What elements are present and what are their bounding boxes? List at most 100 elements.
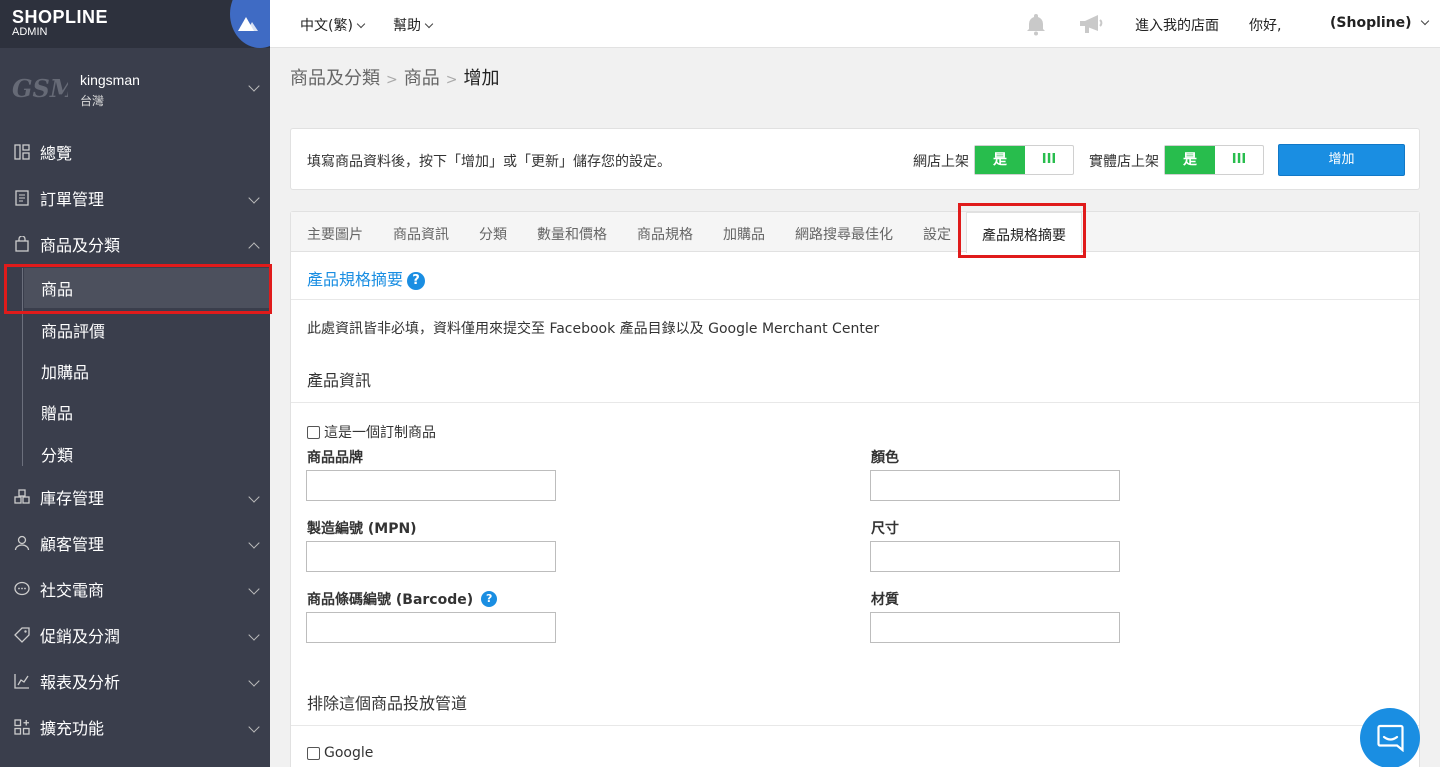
toggle-on[interactable]: 是 [1165, 146, 1215, 174]
shopping-bag-icon [15, 236, 29, 252]
online-store-toggle[interactable]: 是 III [974, 145, 1074, 175]
section-title: 產品規格摘要? [307, 266, 426, 290]
document-icon [15, 190, 29, 206]
nav-orders-label: 訂單管理 [40, 190, 105, 209]
help-dropdown[interactable]: 幫助 [393, 15, 434, 35]
barcode-label: 商品條碼編號 (Barcode) [307, 592, 474, 608]
material-input[interactable] [870, 612, 1120, 643]
chart-icon [14, 674, 29, 689]
toggle-off[interactable]: III [1025, 146, 1073, 174]
sidebar-item-label: 贈品 [41, 404, 74, 423]
nav-products-category[interactable]: 商品及分類 [0, 221, 270, 267]
sidebar-item-label: 加購品 [41, 363, 90, 382]
tab-addon-products[interactable]: 加購品 [723, 224, 765, 244]
brand-badge-icon[interactable] [230, 0, 270, 48]
chat-widget-button[interactable] [1360, 708, 1420, 767]
store-switcher[interactable]: GSM kingsman 台灣 [0, 60, 270, 116]
breadcrumb: 商品及分類 > 商品 > 增加 [290, 64, 499, 90]
nav-reports[interactable]: 報表及分析 [0, 658, 270, 704]
color-label: 顏色 [871, 450, 899, 466]
help-icon[interactable]: ? [407, 271, 426, 290]
add-button[interactable]: 增加 [1278, 144, 1405, 176]
section-title-text: 產品規格摘要 [307, 270, 404, 289]
help-icon[interactable]: ? [481, 591, 498, 607]
account-label: (Shopline) [1330, 15, 1412, 31]
nav-orders[interactable]: 訂單管理 [0, 175, 270, 221]
barcode-input[interactable] [306, 612, 556, 643]
chevron-up-icon [248, 242, 260, 254]
chat-bubble-icon [14, 581, 30, 596]
save-instruction: 填寫商品資料後，按下「增加」或「更新」儲存您的設定。 [307, 154, 671, 170]
toggle-off[interactable]: III [1215, 146, 1263, 174]
product-info-heading: 產品資訊 [307, 371, 372, 390]
dashboard-icon [14, 144, 30, 160]
nav-apps[interactable]: 擴充功能 [0, 704, 270, 750]
retail-store-label: 實體店上架 [1089, 154, 1159, 170]
sidebar-item-product-reviews[interactable]: 商品評價 [24, 310, 270, 350]
sidebar-item-addon-products[interactable]: 加購品 [24, 351, 270, 391]
chevron-down-icon [248, 491, 260, 503]
tab-quantity-price[interactable]: 數量和價格 [537, 224, 607, 244]
section-description: 此處資訊皆非必填，資料僅用來提交至 Facebook 產品目錄以及 Google… [307, 321, 880, 337]
brand-label: 商品品牌 [307, 450, 363, 466]
product-form-panel: 主要圖片 商品資訊 分類 數量和價格 商品規格 加購品 網路搜尋最佳化 設定 產… [290, 211, 1420, 767]
breadcrumb-products[interactable]: 商品 [404, 68, 440, 89]
barcode-label-row: 商品條碼編號 (Barcode)? [307, 589, 498, 609]
store-name: kingsman [80, 72, 140, 88]
tab-settings[interactable]: 設定 [923, 224, 951, 244]
divider [291, 725, 1419, 726]
nav-social[interactable]: 社交電商 [0, 566, 270, 612]
breadcrumb-products-category[interactable]: 商品及分類 [290, 68, 380, 89]
bell-icon[interactable] [1024, 12, 1048, 36]
boxes-icon [14, 489, 30, 504]
retail-store-toggle[interactable]: 是 III [1164, 145, 1264, 175]
apps-grid-icon [14, 719, 30, 735]
language-label: 中文(繁) [300, 18, 353, 34]
tab-category[interactable]: 分類 [479, 224, 507, 244]
brand-logo[interactable]: SHOPLINE [12, 7, 108, 28]
nav-overview[interactable]: 總覽 [0, 129, 270, 175]
divider [291, 402, 1419, 403]
nav-customers-label: 顧客管理 [40, 535, 105, 554]
tab-variations[interactable]: 商品規格 [637, 224, 693, 244]
nav-promotions[interactable]: 促銷及分潤 [0, 612, 270, 658]
google-checkbox[interactable]: Google [307, 745, 373, 761]
tag-icon [14, 627, 30, 643]
chevron-down-icon [248, 80, 260, 92]
account-dropdown[interactable]: (Shopline) [1330, 15, 1429, 31]
sidebar-item-categories[interactable]: 分類 [24, 434, 270, 474]
chevron-down-icon [248, 629, 260, 641]
chevron-down-icon [248, 583, 260, 595]
logo-bar: SHOPLINE ADMIN [0, 0, 270, 48]
checkbox-box[interactable] [307, 425, 320, 439]
divider [291, 299, 1419, 300]
highlight-box-tab [958, 203, 1086, 258]
tab-main-images[interactable]: 主要圖片 [307, 224, 363, 244]
sidebar-item-gifts[interactable]: 贈品 [24, 392, 270, 432]
size-input[interactable] [870, 541, 1120, 572]
chat-icon [1377, 724, 1404, 752]
brand-input[interactable] [306, 470, 556, 501]
visit-store-link[interactable]: 進入我的店面 [1135, 15, 1219, 35]
chevron-down-icon [248, 721, 260, 733]
toggle-on[interactable]: 是 [975, 146, 1025, 174]
custom-product-label: 這是一個訂制商品 [324, 425, 436, 441]
nav-inventory[interactable]: 庫存管理 [0, 474, 270, 520]
chevron-right-icon: > [386, 72, 398, 88]
color-input[interactable] [870, 470, 1120, 501]
online-store-label: 網店上架 [913, 154, 969, 170]
custom-product-checkbox[interactable]: 這是一個訂制商品 [307, 422, 436, 442]
chevron-down-icon [356, 19, 366, 29]
breadcrumb-current: 增加 [463, 68, 500, 89]
mpn-input[interactable] [306, 541, 556, 572]
tab-product-info[interactable]: 商品資訊 [393, 224, 449, 244]
chevron-down-icon [248, 192, 260, 204]
nav-customers[interactable]: 顧客管理 [0, 520, 270, 566]
language-dropdown[interactable]: 中文(繁) [300, 15, 366, 35]
chevron-down-icon [424, 19, 434, 29]
brand-sub: ADMIN [12, 26, 48, 38]
store-region: 台灣 [80, 94, 105, 108]
tab-seo[interactable]: 網路搜尋最佳化 [795, 224, 893, 244]
checkbox-box[interactable] [307, 746, 320, 760]
megaphone-icon[interactable] [1078, 12, 1104, 36]
